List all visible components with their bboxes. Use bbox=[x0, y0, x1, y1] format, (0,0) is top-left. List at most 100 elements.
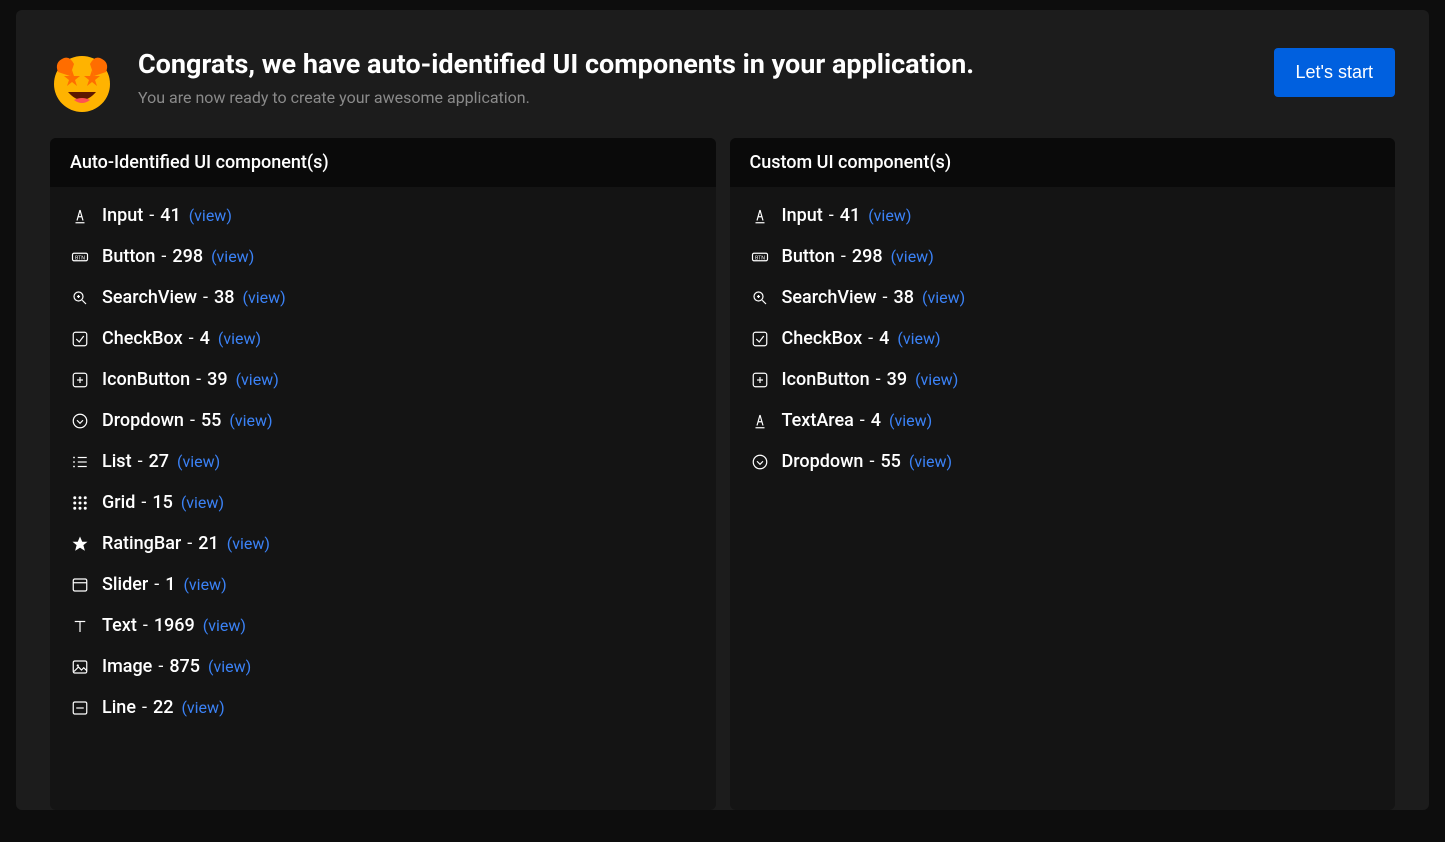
component-name: Image bbox=[102, 656, 152, 677]
component-count: 1969 bbox=[154, 615, 195, 636]
custom-row-searchview: SearchView - 38(view) bbox=[730, 277, 1396, 318]
auto-panel-title: Auto-Identified UI component(s) bbox=[50, 138, 716, 187]
svg-text:BTN: BTN bbox=[754, 255, 764, 261]
component-name: Input bbox=[782, 205, 823, 226]
auto-row-button: BTNButton - 298(view) bbox=[50, 236, 716, 277]
button-icon: BTN bbox=[70, 247, 90, 267]
custom-panel: Custom UI component(s) Input - 41(view)B… bbox=[730, 138, 1396, 810]
auto-row-checkbox: CheckBox - 4(view) bbox=[50, 318, 716, 359]
auto-row-text: Text - 1969(view) bbox=[50, 605, 716, 646]
list-icon bbox=[70, 452, 90, 472]
line-icon bbox=[70, 698, 90, 718]
text-icon bbox=[70, 616, 90, 636]
view-link[interactable]: (view) bbox=[203, 616, 246, 635]
component-name: TextArea bbox=[782, 410, 854, 431]
auto-row-image: Image - 875(view) bbox=[50, 646, 716, 687]
view-link[interactable]: (view) bbox=[891, 247, 934, 266]
component-count: 298 bbox=[172, 246, 203, 267]
view-link[interactable]: (view) bbox=[189, 206, 232, 225]
view-link[interactable]: (view) bbox=[915, 370, 958, 389]
view-link[interactable]: (view) bbox=[236, 370, 279, 389]
auto-row-line: Line - 22(view) bbox=[50, 687, 716, 728]
page-title: Congrats, we have auto-identified UI com… bbox=[138, 48, 1274, 82]
view-link[interactable]: (view) bbox=[889, 411, 932, 430]
view-link[interactable]: (view) bbox=[183, 575, 226, 594]
component-count: 27 bbox=[149, 451, 169, 472]
component-count: 55 bbox=[201, 410, 221, 431]
component-count: 4 bbox=[871, 410, 881, 431]
search-icon bbox=[70, 288, 90, 308]
input-icon bbox=[750, 206, 770, 226]
component-name: Button bbox=[102, 246, 155, 267]
auto-row-dropdown: Dropdown - 55(view) bbox=[50, 400, 716, 441]
view-link[interactable]: (view) bbox=[218, 329, 261, 348]
component-count: 38 bbox=[214, 287, 234, 308]
auto-row-searchview: SearchView - 38(view) bbox=[50, 277, 716, 318]
component-count: 22 bbox=[153, 697, 173, 718]
view-link[interactable]: (view) bbox=[181, 493, 224, 512]
component-name: SearchView bbox=[782, 287, 877, 308]
component-name: Slider bbox=[102, 574, 148, 595]
component-name: Text bbox=[102, 615, 137, 636]
auto-component-list: Input - 41(view)BTNButton - 298(view)Sea… bbox=[50, 187, 716, 810]
custom-component-list: Input - 41(view)BTNButton - 298(view)Sea… bbox=[730, 187, 1396, 810]
custom-panel-title: Custom UI component(s) bbox=[730, 138, 1396, 187]
component-name: IconButton bbox=[102, 369, 190, 390]
component-name: IconButton bbox=[782, 369, 870, 390]
view-link[interactable]: (view) bbox=[243, 288, 286, 307]
component-count: 4 bbox=[200, 328, 210, 349]
custom-row-dropdown: Dropdown - 55(view) bbox=[730, 441, 1396, 482]
component-count: 55 bbox=[880, 451, 900, 472]
component-count: 875 bbox=[169, 656, 200, 677]
component-count: 41 bbox=[840, 205, 860, 226]
component-count: 1 bbox=[165, 574, 175, 595]
component-name: List bbox=[102, 451, 132, 472]
view-link[interactable]: (view) bbox=[868, 206, 911, 225]
iconbutton-icon bbox=[750, 370, 770, 390]
image-icon bbox=[70, 657, 90, 677]
svg-text:BTN: BTN bbox=[75, 255, 85, 261]
component-name: CheckBox bbox=[102, 328, 183, 349]
view-link[interactable]: (view) bbox=[897, 329, 940, 348]
auto-row-ratingbar: RatingBar - 21(view) bbox=[50, 523, 716, 564]
custom-row-iconbutton: IconButton - 39(view) bbox=[730, 359, 1396, 400]
view-link[interactable]: (view) bbox=[181, 698, 224, 717]
view-link[interactable]: (view) bbox=[177, 452, 220, 471]
header: Congrats, we have auto-identified UI com… bbox=[16, 48, 1429, 138]
auto-row-input: Input - 41(view) bbox=[50, 195, 716, 236]
custom-row-checkbox: CheckBox - 4(view) bbox=[730, 318, 1396, 359]
component-count: 38 bbox=[894, 287, 914, 308]
component-count: 298 bbox=[852, 246, 883, 267]
slider-icon bbox=[70, 575, 90, 595]
component-name: RatingBar bbox=[102, 533, 181, 554]
custom-row-input: Input - 41(view) bbox=[730, 195, 1396, 236]
component-name: Button bbox=[782, 246, 835, 267]
view-link[interactable]: (view) bbox=[922, 288, 965, 307]
view-link[interactable]: (view) bbox=[227, 534, 270, 553]
component-name: Dropdown bbox=[102, 410, 184, 431]
view-link[interactable]: (view) bbox=[229, 411, 272, 430]
input-icon bbox=[70, 206, 90, 226]
auto-row-list: List - 27(view) bbox=[50, 441, 716, 482]
input-icon bbox=[750, 411, 770, 431]
view-link[interactable]: (view) bbox=[211, 247, 254, 266]
component-count: 41 bbox=[160, 205, 180, 226]
component-name: Dropdown bbox=[782, 451, 864, 472]
component-name: CheckBox bbox=[782, 328, 863, 349]
component-name: Input bbox=[102, 205, 143, 226]
checkbox-icon bbox=[70, 329, 90, 349]
iconbutton-icon bbox=[70, 370, 90, 390]
auto-row-iconbutton: IconButton - 39(view) bbox=[50, 359, 716, 400]
component-count: 21 bbox=[198, 533, 218, 554]
lets-start-button[interactable]: Let's start bbox=[1274, 48, 1395, 97]
component-count: 39 bbox=[887, 369, 907, 390]
component-name: Line bbox=[102, 697, 136, 718]
view-link[interactable]: (view) bbox=[909, 452, 952, 471]
dropdown-icon bbox=[70, 411, 90, 431]
page-subtitle: You are now ready to create your awesome… bbox=[138, 88, 1274, 107]
custom-row-textarea: TextArea - 4(view) bbox=[730, 400, 1396, 441]
dropdown-icon bbox=[750, 452, 770, 472]
rating-icon bbox=[70, 534, 90, 554]
auto-identified-panel: Auto-Identified UI component(s) Input - … bbox=[50, 138, 716, 810]
view-link[interactable]: (view) bbox=[208, 657, 251, 676]
